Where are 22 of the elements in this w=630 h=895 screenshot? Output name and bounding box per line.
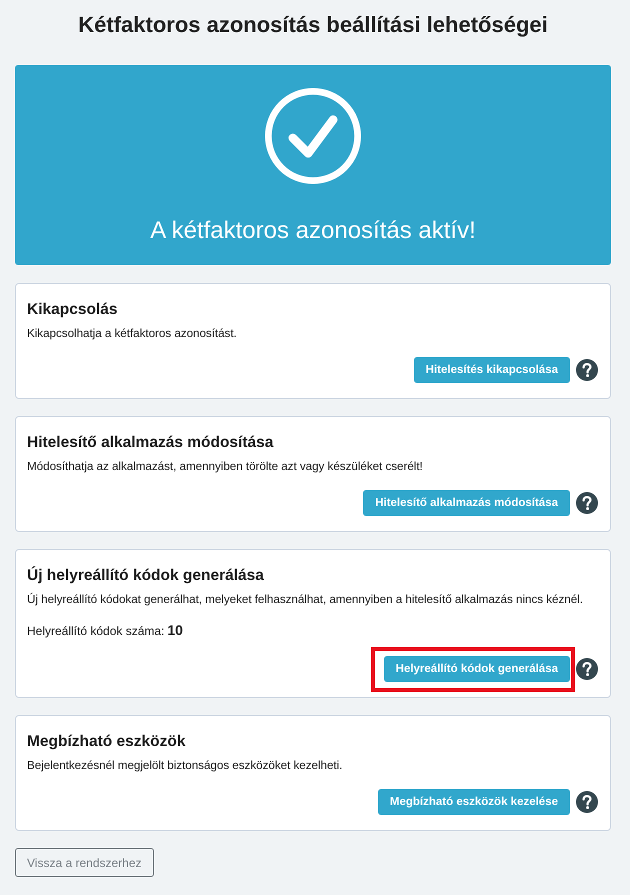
- card-title: Új helyreállító kódok generálása: [27, 565, 265, 586]
- action-button[interactable]: Hitelesítés kikapcsolása: [414, 357, 570, 383]
- card-description: Kikapcsolhatja a kétfaktoros azonosítást.: [27, 326, 238, 342]
- card-description: Módosíthatja az alkalmazást, amennyiben törölte azt vagy készüléket cserélt!: [27, 459, 424, 475]
- count-label: Helyreállító kódok száma:: [27, 624, 164, 638]
- card-title: Kikapcsolás: [27, 300, 118, 320]
- check-circle-icon: [265, 88, 361, 184]
- action-button[interactable]: Megbízható eszközök kezelése: [378, 789, 570, 815]
- status-message: A kétfaktoros azonosítás aktív!: [150, 216, 476, 246]
- back-button[interactable]: Vissza a rendszerhez: [15, 848, 154, 877]
- page-title: Kétfaktoros azonosítás beállítási lehetőségei: [77, 11, 549, 39]
- help-icon[interactable]: [576, 492, 598, 514]
- help-icon[interactable]: [576, 791, 598, 813]
- card-description: Bejelentkezésnél megjelölt biztonságos eszközöket kezelheti.: [27, 758, 344, 774]
- help-icon[interactable]: [576, 658, 598, 680]
- count-value: 10: [167, 622, 183, 638]
- action-button[interactable]: Hitelesítő alkalmazás módosítása: [363, 490, 570, 516]
- card-title: Megbízható eszközök: [27, 732, 186, 752]
- card-description: Új helyreállító kódokat generálhat, melyeket felhasználhat, amennyiben a hitelesítő alkalmazás nincs kéznél.: [27, 592, 584, 608]
- card-title: Hitelesítő alkalmazás módosítása: [27, 433, 274, 453]
- help-icon[interactable]: [576, 359, 598, 381]
- action-button[interactable]: Helyreállító kódok generálása: [384, 656, 570, 682]
